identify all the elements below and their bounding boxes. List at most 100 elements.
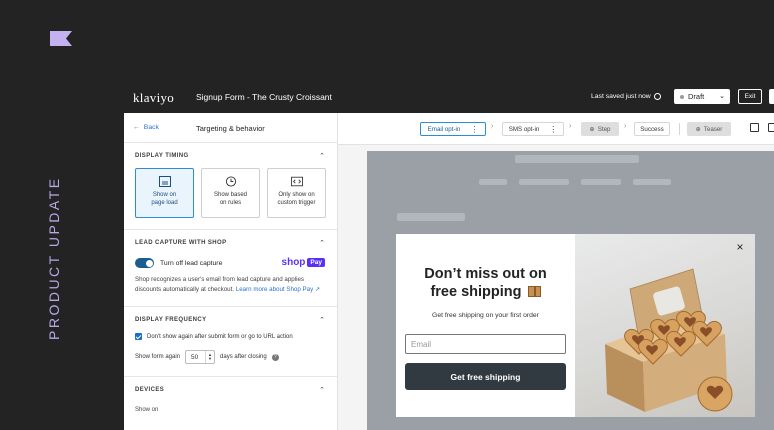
chevron-up-icon[interactable]: ⌃ — [319, 316, 325, 324]
show-on-label: Show on — [135, 407, 159, 414]
plus-circle-icon: ⊕ — [695, 125, 701, 133]
dont-show-again-row: Don't show again after submit form or go… — [124, 323, 337, 341]
toggle-label: Turn off lead capture — [160, 259, 223, 267]
learn-more-text: Learn more about Shop Pay — [235, 285, 314, 293]
get-free-shipping-button[interactable]: Get free shipping — [405, 363, 566, 390]
section-title: DISPLAY FREQUENCY — [135, 317, 207, 324]
timing-option-custom-trigger[interactable]: Only show on custom trigger — [267, 168, 326, 218]
help-icon[interactable]: ? — [271, 353, 279, 361]
skeleton-block — [479, 179, 507, 185]
stepper-arrows-icon[interactable]: ▲ ▼ — [205, 351, 214, 364]
signup-popup: Don’t miss out on free shipping Get free… — [396, 234, 755, 417]
checkbox-label: Don't show again after submit form or go… — [147, 333, 293, 340]
top-bar: klaviyo Signup Form - The Crusty Croissa… — [124, 83, 774, 113]
step-bar: Email opt-in ⋮ › SMS opt-in ⋮ › ⊕ Step ›… — [338, 113, 774, 145]
saved-text: Last saved just now — [591, 93, 651, 100]
cookie-box-image: × — [575, 234, 755, 417]
arrow-left-icon: ← — [133, 124, 140, 131]
close-icon[interactable]: × — [734, 241, 746, 253]
show-again-label: Show form again — [135, 354, 181, 361]
back-link[interactable]: ← Back — [133, 124, 159, 131]
skeleton-block — [633, 179, 671, 185]
step-success[interactable]: Success — [634, 122, 670, 136]
draft-dropdown[interactable]: Draft ⌄ — [674, 89, 730, 104]
step-label: SMS opt-in — [508, 125, 540, 133]
days-stepper[interactable]: 50 ▲ ▼ — [185, 350, 216, 365]
step-label: Step — [597, 125, 611, 133]
shop-word: shop — [281, 257, 306, 268]
more-vertical-icon[interactable]: ⋮ — [470, 125, 478, 134]
desktop-icon[interactable] — [750, 123, 759, 132]
step-label: Teaser — [703, 125, 723, 133]
form-title: Signup Form - The Crusty Croissant — [196, 92, 332, 102]
days-suffix: days after closing — [220, 354, 267, 361]
chevron-up-icon[interactable]: ⌃ — [319, 386, 325, 394]
dont-show-again-checkbox[interactable] — [135, 333, 142, 341]
lead-capture-toggle-row: Turn off lead capture shop Pay — [124, 246, 337, 268]
section-title: DISPLAY TIMING — [135, 153, 189, 159]
shop-pay-logo: shop Pay — [282, 257, 325, 268]
product-update-label: PRODUCT UPDATE — [46, 176, 62, 340]
package-icon — [527, 286, 541, 298]
chevron-right-icon: › — [491, 123, 494, 130]
headline-line-1: Don’t miss out on — [424, 266, 547, 282]
external-link-icon: ↗ — [314, 285, 321, 293]
learn-more-link[interactable]: Learn more about Shop Pay ↗ — [236, 286, 320, 293]
timing-option-label: page load — [151, 199, 178, 206]
step-sms-optin[interactable]: SMS opt-in ⋮ — [502, 122, 564, 136]
step-teaser[interactable]: ⊕ Teaser — [687, 122, 731, 136]
timing-option-rules[interactable]: Show based on rules — [201, 168, 260, 218]
show-again-row: Show form again 50 ▲ ▼ days after closing… — [124, 340, 337, 376]
cookies-illustration — [605, 268, 733, 412]
display-frequency-section: DISPLAY FREQUENCY ⌃ Don't show again aft… — [124, 307, 337, 378]
editor-canvas: Email opt-in ⋮ › SMS opt-in ⋮ › ⊕ Step ›… — [338, 113, 774, 430]
draft-label: Draft — [688, 92, 705, 101]
section-title: DEVICES — [135, 387, 165, 394]
product-update-slide: PRODUCT UPDATE klaviyo Signup Form - The… — [0, 0, 774, 430]
more-vertical-icon[interactable]: ⋮ — [549, 125, 557, 134]
skeleton-block — [581, 179, 621, 185]
popup-subline: Get free shipping on your first order — [432, 312, 539, 319]
check-circle-icon — [653, 93, 661, 100]
popup-headline: Don’t miss out on free shipping — [396, 265, 575, 301]
code-icon — [290, 176, 303, 187]
clock-icon — [225, 176, 236, 187]
skeleton-block — [515, 155, 639, 163]
saved-status: Last saved just now — [591, 93, 661, 100]
step-email-optin[interactable]: Email opt-in ⋮ — [420, 122, 486, 136]
chevron-up-icon[interactable]: ⌃ — [319, 152, 325, 160]
site-preview: Don’t miss out on free shipping Get free… — [367, 151, 774, 430]
lead-capture-toggle[interactable] — [135, 258, 154, 268]
timing-options: Show on page load Show based on rules On… — [124, 159, 337, 229]
divider — [679, 123, 680, 135]
panel-header: ← Back Targeting & behavior — [124, 113, 337, 143]
timing-option-label: Show based — [213, 192, 248, 198]
email-input[interactable]: Email — [405, 334, 566, 354]
timing-option-label: Show on — [152, 192, 177, 198]
klaviyo-logo: klaviyo — [133, 90, 175, 105]
exit-button[interactable]: Exit — [738, 89, 762, 104]
step-add-step[interactable]: ⊕ Step — [581, 122, 619, 136]
step-label: Success — [640, 125, 664, 133]
mobile-icon[interactable] — [768, 123, 774, 132]
status-dot-icon — [680, 94, 684, 99]
display-timing-section: DISPLAY TIMING ⌃ Show on page load Show … — [124, 143, 337, 230]
skeleton-block — [397, 213, 465, 221]
back-label: Back — [143, 124, 159, 131]
skeleton-block — [519, 179, 569, 185]
popup-content: Don’t miss out on free shipping Get free… — [396, 234, 575, 417]
targeting-panel: ← Back Targeting & behavior DISPLAY TIMI… — [124, 113, 338, 430]
timing-option-page-load[interactable]: Show on page load — [135, 168, 194, 218]
chevron-down-icon: ⌄ — [719, 93, 725, 100]
plus-circle-icon: ⊕ — [589, 125, 595, 133]
chevron-right-icon: › — [569, 123, 572, 130]
step-label: Email opt-in — [427, 125, 461, 133]
publish-button[interactable] — [769, 89, 774, 104]
timing-option-label: Only show on — [278, 192, 315, 198]
timing-option-label: on rules — [219, 199, 242, 206]
timing-option-label: custom trigger — [277, 199, 316, 206]
days-value: 50 — [191, 353, 199, 361]
section-title: LEAD CAPTURE WITH SHOP — [135, 240, 227, 246]
pay-word: Pay — [307, 258, 325, 267]
app-window: klaviyo Signup Form - The Crusty Croissa… — [124, 83, 774, 430]
